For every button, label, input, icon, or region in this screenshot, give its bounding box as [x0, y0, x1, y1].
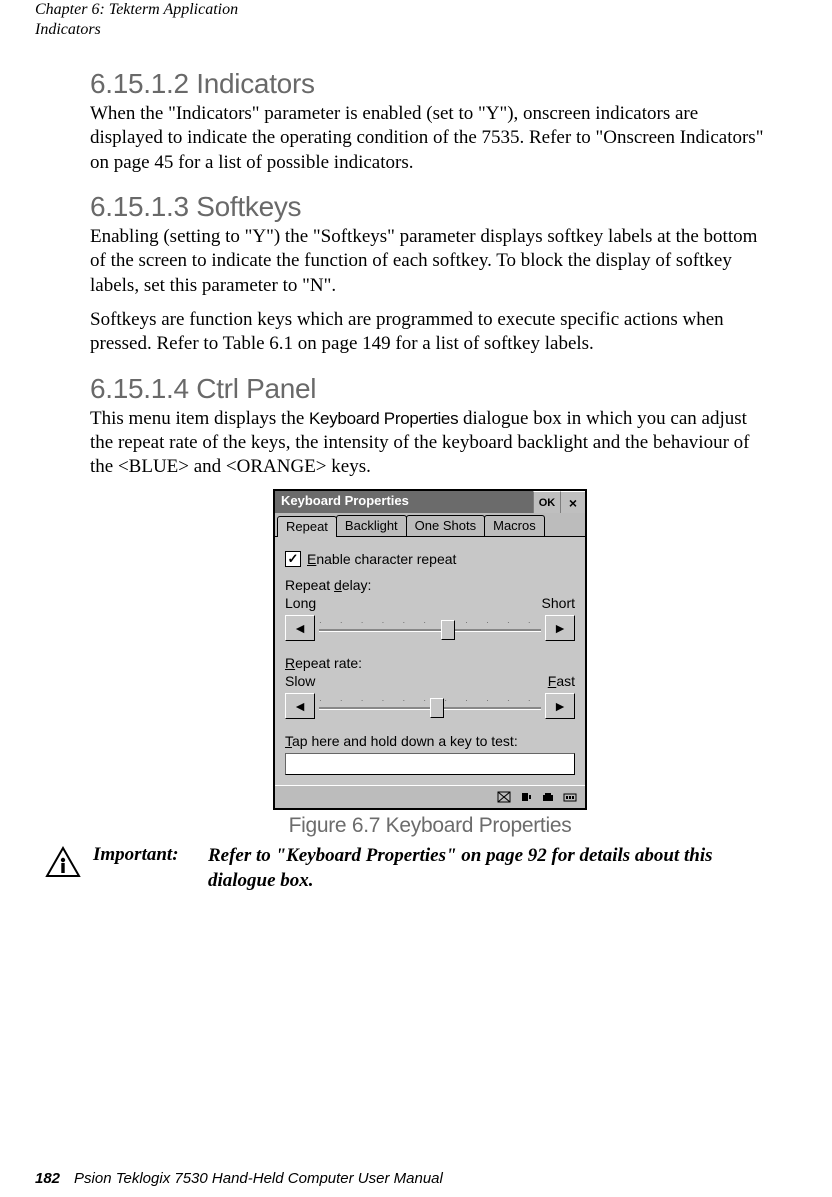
delay-short-label: Short [542, 595, 575, 611]
tray-icon-3 [541, 791, 555, 803]
delay-slider[interactable]: · · · · · · · · · · · · · · · · [319, 617, 541, 640]
section-body-softkeys-1: Enabling (setting to "Y") the "Softkeys"… [90, 225, 770, 298]
tap-test-label: Tap here and hold down a key to test: [285, 733, 575, 749]
tap-test-input[interactable] [285, 753, 575, 775]
header-line2: Indicators [35, 21, 101, 38]
important-label: Important: [93, 844, 196, 866]
tray-icon-2 [519, 791, 533, 803]
enable-repeat-checkbox[interactable]: ✓ [285, 551, 301, 567]
dialog-tabs: Repeat Backlight One Shots Macros [275, 513, 585, 537]
dialog-titlebar: Keyboard Properties OK × [275, 491, 585, 513]
page-number: 182 [35, 1170, 60, 1187]
important-note: Important: Refer to "Keyboard Properties… [45, 844, 770, 893]
enable-repeat-label: Enable character repeat [307, 551, 456, 567]
warning-icon [45, 846, 81, 883]
delay-ticks: · · · · · · · · · · · · · · · · [319, 618, 541, 624]
tab-repeat[interactable]: Repeat [277, 516, 337, 537]
tray-icon-4 [563, 791, 577, 803]
rate-slider-row: ◄ · · · · · · · · · · · · · · · ► [285, 693, 575, 719]
page-footer: 182 Psion Teklogix 7530 Hand-Held Comput… [35, 1170, 443, 1187]
delay-thumb[interactable] [441, 620, 455, 640]
rate-decrease-button[interactable]: ◄ [285, 693, 315, 719]
figure-caption: Figure 6.7 Keyboard Properties [90, 814, 770, 838]
tab-macros[interactable]: Macros [484, 515, 545, 536]
rate-fast-label: Fast [548, 673, 575, 689]
section-title-indicators: 6.15.1.2 Indicators [90, 68, 770, 100]
figure-wrap: Keyboard Properties OK × Repeat Backligh… [90, 489, 770, 810]
header-line1: Chapter 6: Tekterm Application [35, 1, 238, 18]
delay-slider-row: ◄ · · · · · · · · · · · · · · · · ► [285, 615, 575, 641]
keyboard-properties-dialog: Keyboard Properties OK × Repeat Backligh… [273, 489, 587, 810]
section-body-softkeys-2: Softkeys are function keys which are pro… [90, 308, 770, 357]
delay-increase-button[interactable]: ► [545, 615, 575, 641]
rate-slider[interactable]: · · · · · · · · · · · · · · · [319, 695, 541, 718]
ok-button[interactable]: OK [533, 491, 560, 513]
rate-increase-button[interactable]: ► [545, 693, 575, 719]
footer-text: Psion Teklogix 7530 Hand-Held Computer U… [74, 1170, 443, 1187]
running-header: Chapter 6: Tekterm Application Indicator… [35, 0, 792, 40]
repeat-delay-label: Repeat delay: [285, 577, 575, 593]
delay-long-label: Long [285, 595, 316, 611]
inline-keyboard-properties: Keyboard Properties [309, 409, 458, 428]
tab-backlight[interactable]: Backlight [336, 515, 407, 536]
repeat-rate-label: Repeat rate: [285, 655, 575, 671]
important-text: Refer to "Keyboard Properties" on page 9… [208, 844, 770, 893]
rate-slow-label: Slow [285, 673, 315, 689]
close-button[interactable]: × [560, 491, 585, 513]
section-body-indicators: When the "Indicators" parameter is enabl… [90, 102, 770, 175]
dialog-pane: ✓ Enable character repeat Repeat delay: … [275, 537, 585, 785]
tab-one-shots[interactable]: One Shots [406, 515, 485, 536]
section-title-ctrl-panel: 6.15.1.4 Ctrl Panel [90, 373, 770, 405]
delay-decrease-button[interactable]: ◄ [285, 615, 315, 641]
rate-range-labels: Slow Fast [285, 673, 575, 689]
rate-thumb[interactable] [430, 698, 444, 718]
enable-repeat-row: ✓ Enable character repeat [285, 551, 575, 567]
dialog-title: Keyboard Properties [275, 491, 533, 513]
tray-icon-1 [497, 791, 511, 803]
section-body-ctrl-panel: This menu item displays the Keyboard Pro… [90, 407, 770, 480]
dialog-taskbar [275, 785, 585, 808]
section-title-softkeys: 6.15.1.3 Softkeys [90, 191, 770, 223]
delay-range-labels: Long Short [285, 595, 575, 611]
